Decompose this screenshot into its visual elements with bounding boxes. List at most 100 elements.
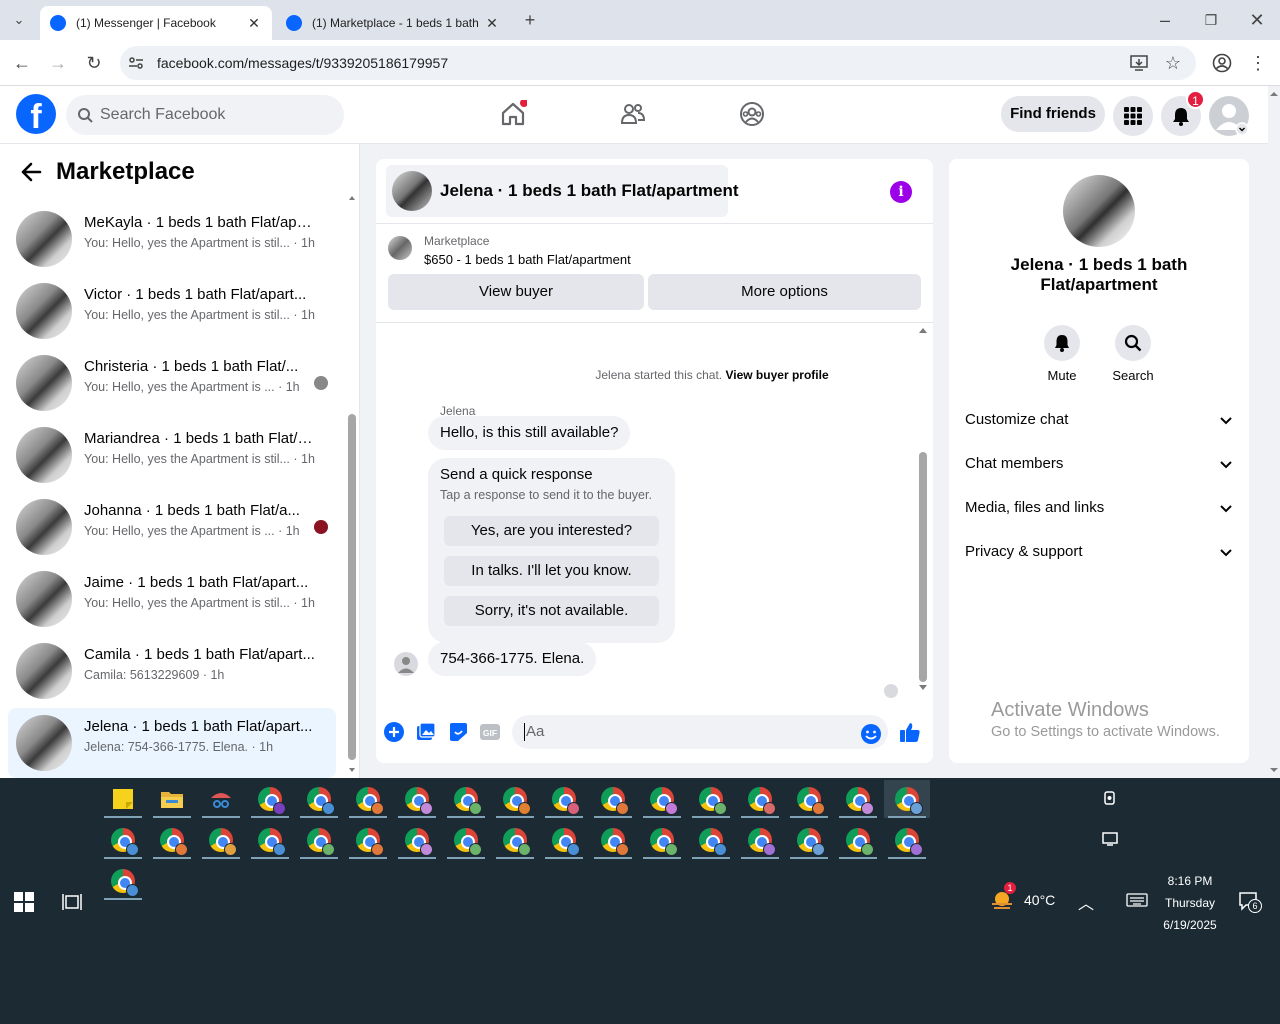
- chrome-window-button[interactable]: [884, 821, 930, 859]
- show-hidden-icons-chevron-icon[interactable]: ︿: [1078, 890, 1094, 914]
- notifications-button[interactable]: 1: [1161, 90, 1205, 136]
- privacy-support-section[interactable]: Privacy & support: [965, 543, 1233, 567]
- close-tab-icon[interactable]: ✕: [246, 15, 262, 32]
- chrome-window-button[interactable]: [541, 821, 587, 859]
- list-item[interactable]: Victor · 1 beds 1 bath Flat/apart... You…: [8, 276, 336, 346]
- like-thumbs-up-icon[interactable]: [899, 721, 921, 743]
- message-input[interactable]: Aa: [512, 715, 888, 749]
- emoji-icon[interactable]: [860, 723, 882, 745]
- list-item[interactable]: Christeria · 1 beds 1 bath Flat/... You:…: [8, 348, 336, 418]
- view-buyer-profile-link[interactable]: View buyer profile: [725, 368, 828, 382]
- tab-marketplace[interactable]: (1) Marketplace - 1 beds 1 bath ✕: [276, 6, 510, 40]
- list-item[interactable]: MeKayla · 1 beds 1 bath Flat/apa... You:…: [8, 204, 336, 274]
- chrome-window-button[interactable]: [639, 821, 685, 859]
- chrome-window-button[interactable]: [786, 821, 832, 859]
- home-icon[interactable]: [499, 100, 527, 128]
- site-info-icon[interactable]: [128, 55, 144, 71]
- chrome-window-button[interactable]: [590, 821, 636, 859]
- list-scrollbar[interactable]: [347, 194, 357, 774]
- groups-icon[interactable]: [738, 100, 766, 128]
- restore-icon[interactable]: ❐: [1198, 7, 1224, 33]
- forward-icon[interactable]: →: [45, 50, 71, 76]
- window-close-icon[interactable]: ✕: [1244, 7, 1270, 33]
- system-clock[interactable]: 8:16 PM Thursday 6/19/2025: [1160, 870, 1220, 936]
- chrome-window-button[interactable]: [541, 780, 587, 818]
- chrome-window-button[interactable]: [247, 821, 293, 859]
- media-files-links-section[interactable]: Media, files and links: [965, 499, 1233, 523]
- chrome-window-button[interactable]: [394, 780, 440, 818]
- chrome-window-button[interactable]: [835, 821, 881, 859]
- chrome-window-button[interactable]: [835, 780, 881, 818]
- back-icon[interactable]: ←: [9, 50, 35, 76]
- info-icon[interactable]: i: [890, 181, 912, 203]
- new-tab-icon[interactable]: +: [517, 7, 543, 33]
- chat-scrollbar[interactable]: [916, 324, 930, 694]
- install-app-icon[interactable]: [1130, 54, 1148, 72]
- meet-now-icon[interactable]: [1102, 790, 1118, 806]
- chrome-window-button[interactable]: [443, 780, 489, 818]
- gif-icon[interactable]: GIF: [479, 721, 501, 743]
- customize-chat-section[interactable]: Customize chat: [965, 411, 1233, 435]
- quick-response-button[interactable]: In talks. I'll let you know.: [444, 556, 659, 586]
- chrome-window-button[interactable]: [884, 780, 930, 818]
- chrome-window-button[interactable]: [149, 821, 195, 859]
- chrome-window-button[interactable]: [492, 821, 538, 859]
- tab-search-chevron-icon[interactable]: ⌄: [6, 7, 32, 33]
- file-explorer-app[interactable]: [149, 780, 195, 818]
- chrome-window-button[interactable]: [247, 780, 293, 818]
- back-arrow-icon[interactable]: [20, 161, 42, 183]
- chrome-window-button[interactable]: [100, 862, 146, 900]
- facebook-logo[interactable]: f: [16, 94, 56, 134]
- account-avatar[interactable]: [1209, 96, 1249, 136]
- chrome-window-button[interactable]: [590, 780, 636, 818]
- chrome-window-button[interactable]: [100, 821, 146, 859]
- keyboard-icon[interactable]: [1126, 892, 1148, 908]
- chat-members-section[interactable]: Chat members: [965, 455, 1233, 479]
- chrome-window-button[interactable]: [688, 780, 734, 818]
- chrome-window-button[interactable]: [296, 780, 342, 818]
- mute-button[interactable]: Mute: [1032, 325, 1092, 383]
- profile-icon[interactable]: [1212, 53, 1232, 73]
- reload-icon[interactable]: ↻: [81, 50, 107, 76]
- chrome-window-button[interactable]: [296, 821, 342, 859]
- chrome-window-button[interactable]: [688, 821, 734, 859]
- view-buyer-button[interactable]: View buyer: [388, 274, 644, 310]
- snipping-tool-app[interactable]: [198, 780, 244, 818]
- more-options-button[interactable]: More options: [648, 274, 921, 310]
- plus-circle-icon[interactable]: [383, 721, 405, 743]
- quick-response-button[interactable]: Sorry, it's not available.: [444, 596, 659, 626]
- address-bar[interactable]: facebook.com/messages/t/9339205186179957…: [120, 46, 1196, 80]
- menu-button[interactable]: [1113, 96, 1153, 136]
- chrome-window-button[interactable]: [639, 780, 685, 818]
- photo-icon[interactable]: [415, 721, 437, 743]
- listing-price[interactable]: $650 - 1 beds 1 bath Flat/apartment: [424, 252, 631, 267]
- chrome-window-button[interactable]: [394, 821, 440, 859]
- chrome-window-button[interactable]: [443, 821, 489, 859]
- minimize-icon[interactable]: –: [1152, 7, 1178, 33]
- chrome-window-button[interactable]: [737, 821, 783, 859]
- chrome-window-button[interactable]: [492, 780, 538, 818]
- tab-messenger[interactable]: (1) Messenger | Facebook ✕: [40, 6, 272, 40]
- list-item[interactable]: Camila · 1 beds 1 bath Flat/apart... Cam…: [8, 636, 336, 706]
- bookmark-star-icon[interactable]: ☆: [1160, 50, 1186, 76]
- sticky-notes-app[interactable]: [100, 780, 146, 818]
- find-friends-button[interactable]: Find friends: [1001, 96, 1105, 132]
- chrome-window-button[interactable]: [786, 780, 832, 818]
- windows-start-icon[interactable]: [14, 892, 34, 912]
- chrome-window-button[interactable]: [198, 821, 244, 859]
- notification-center-icon[interactable]: 6: [1238, 891, 1262, 913]
- sticker-icon[interactable]: [447, 721, 469, 743]
- close-tab-icon[interactable]: ✕: [484, 15, 500, 32]
- list-item[interactable]: Johanna · 1 beds 1 bath Flat/a... You: H…: [8, 492, 336, 562]
- chrome-window-button[interactable]: [737, 780, 783, 818]
- task-view-icon[interactable]: [62, 892, 82, 912]
- friends-icon[interactable]: [619, 100, 647, 128]
- list-item[interactable]: Jaime · 1 beds 1 bath Flat/apart... You:…: [8, 564, 336, 634]
- chrome-window-button[interactable]: [345, 821, 391, 859]
- page-scrollbar[interactable]: [1268, 86, 1280, 778]
- quick-response-button[interactable]: Yes, are you interested?: [444, 516, 659, 546]
- browser-menu-icon[interactable]: ⋮: [1245, 50, 1271, 76]
- list-item-selected[interactable]: Jelena · 1 beds 1 bath Flat/apart... Jel…: [8, 708, 336, 778]
- list-item[interactable]: Mariandrea · 1 beds 1 bath Flat/a... You…: [8, 420, 336, 490]
- chat-header[interactable]: Jelena · 1 beds 1 bath Flat/apartment: [386, 165, 739, 217]
